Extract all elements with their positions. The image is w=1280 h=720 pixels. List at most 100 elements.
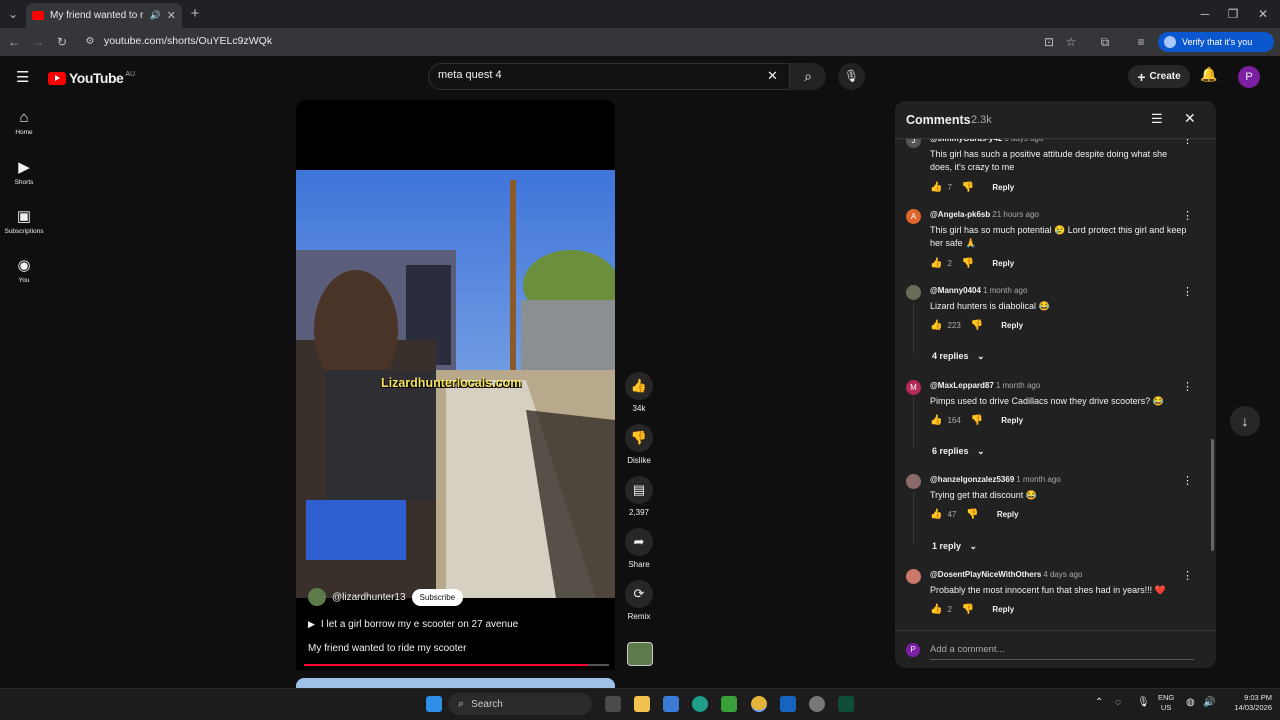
browser-tab[interactable]: My friend wanted to ride m 🔊 ✕ — [26, 3, 182, 28]
youtube-logo[interactable]: YouTube AU — [48, 70, 135, 86]
comments-scrollbar[interactable] — [1211, 439, 1214, 551]
close-comments-icon[interactable]: ✕ — [1184, 110, 1196, 127]
minimize-icon[interactable]: ─ — [1196, 4, 1214, 24]
comment-handle[interactable]: @Angela-pk6sb — [930, 210, 990, 219]
app-icon[interactable] — [780, 696, 796, 712]
bookmark-star-icon[interactable]: ☆ — [1062, 32, 1080, 52]
reply-button[interactable]: Reply — [992, 605, 1014, 614]
clear-search-icon[interactable]: ✕ — [767, 68, 778, 84]
microphone-icon[interactable]: 🎙 — [1137, 697, 1150, 708]
thumbs-down-icon[interactable]: 👎 — [971, 320, 983, 331]
reload-icon[interactable]: ↻ — [52, 32, 72, 52]
extensions-icon[interactable]: ⧉ — [1096, 32, 1114, 52]
comment-avatar[interactable]: M — [906, 380, 921, 395]
minecraft-icon[interactable] — [721, 696, 737, 712]
thumbs-down-icon[interactable]: 👎 — [962, 182, 974, 193]
subscribe-button[interactable]: Subscribe — [411, 588, 464, 606]
windows-start-icon[interactable] — [426, 696, 442, 712]
thumbs-up-icon[interactable]: 👍 — [930, 604, 942, 615]
thumbs-down-icon[interactable]: 👎 — [962, 604, 974, 615]
thumbs-down-icon[interactable]: 👎 — [971, 415, 983, 426]
comment-menu-icon[interactable]: ⋮ — [1182, 209, 1193, 222]
comment-menu-icon[interactable]: ⋮ — [1182, 380, 1193, 393]
wifi-icon[interactable]: ◍ — [1186, 697, 1195, 708]
media-controls-icon[interactable]: ≡ — [1132, 32, 1150, 52]
view-replies-button[interactable]: 1 reply ⌄ — [932, 541, 977, 552]
comment-menu-icon[interactable]: ⋮ — [1182, 569, 1193, 582]
language-indicator[interactable]: ENG US — [1158, 693, 1174, 713]
comment-handle[interactable]: @DosentPlayNiceWithOthers — [930, 570, 1041, 579]
restore-icon[interactable]: ❐ — [1224, 4, 1242, 24]
dislike-button[interactable]: 👎 Dislike — [624, 424, 654, 465]
site-info-icon[interactable]: ⚙ — [82, 32, 98, 52]
share-button[interactable]: ➦ Share — [624, 528, 654, 569]
like-button[interactable]: 👍 34k — [624, 372, 654, 413]
video-progress-bar[interactable] — [304, 664, 609, 666]
comment-handle[interactable]: @Manny0404 — [930, 286, 981, 295]
thumbs-up-icon[interactable]: 👍 — [930, 258, 942, 269]
close-tab-icon[interactable]: ✕ — [167, 9, 176, 22]
comment-handle[interactable]: @hanzelgonzalez5369 — [930, 475, 1014, 484]
close-window-icon[interactable]: ✕ — [1254, 4, 1272, 24]
url-text[interactable]: youtube.com/shorts/OuYELc9zWQk — [104, 35, 272, 47]
sound-thumbnail[interactable] — [627, 642, 653, 666]
search-button[interactable]: ⌕ — [790, 63, 826, 90]
channel-name[interactable]: @lizardhunter13 — [332, 592, 406, 603]
comment-avatar[interactable] — [906, 569, 921, 584]
search-input[interactable] — [438, 69, 738, 81]
verify-identity-button[interactable]: Verify that it's you — [1158, 32, 1274, 52]
view-replies-button[interactable]: 6 replies ⌄ — [932, 446, 985, 457]
next-short-button[interactable]: ↓ — [1230, 406, 1260, 436]
thumbs-up-icon[interactable]: 👍 — [930, 415, 942, 426]
volume-icon[interactable]: 🔊 — [1203, 697, 1215, 708]
app-icon[interactable] — [809, 696, 825, 712]
comment-avatar[interactable]: A — [906, 209, 921, 224]
tray-app-icon[interactable]: ◌ — [1115, 697, 1121, 708]
task-view-icon[interactable] — [605, 696, 621, 712]
add-comment-input[interactable]: Add a comment... — [930, 644, 1004, 655]
file-explorer-icon[interactable] — [634, 696, 650, 712]
chevron-up-icon[interactable]: ⌃ — [1095, 697, 1103, 708]
thumbs-up-icon[interactable]: 👍 — [930, 509, 942, 520]
chrome-icon[interactable] — [751, 696, 767, 712]
voice-search-button[interactable]: 🎙 — [838, 63, 865, 90]
tab-list-icon[interactable]: ⌄ — [4, 4, 22, 24]
view-replies-button[interactable]: 4 replies ⌄ — [932, 351, 985, 362]
thumbs-up-icon[interactable]: 👍 — [930, 320, 942, 331]
create-button[interactable]: + Create — [1128, 65, 1190, 88]
thumbs-down-icon[interactable]: 👎 — [962, 258, 974, 269]
notifications-bell-icon[interactable]: 🔔 — [1200, 66, 1217, 83]
forward-icon[interactable]: → — [28, 32, 48, 52]
related-video-link[interactable]: ▶ I let a girl borrow my e scooter on 27 … — [308, 619, 518, 630]
nav-item-shorts[interactable]: ▶ Shorts — [0, 158, 48, 186]
terminal-icon[interactable] — [838, 696, 854, 712]
reply-button[interactable]: Reply — [1001, 321, 1023, 330]
nav-item-subscriptions[interactable]: ▣ Subscriptions — [0, 207, 48, 235]
speaker-icon[interactable]: 🔊 — [150, 10, 161, 21]
new-tab-icon[interactable]: + — [186, 4, 204, 24]
comment-handle[interactable]: @MaxLeppard87 — [930, 381, 994, 390]
reply-button[interactable]: Reply — [1001, 416, 1023, 425]
edge-icon[interactable] — [692, 696, 708, 712]
nav-item-home[interactable]: ⌂ Home — [0, 109, 48, 136]
comments-button[interactable]: ▤ 2,397 — [624, 476, 654, 517]
hamburger-menu-icon[interactable]: ☰ — [16, 68, 29, 86]
thumbs-down-icon[interactable]: 👎 — [966, 509, 978, 520]
channel-avatar[interactable] — [308, 588, 326, 606]
next-video-preview[interactable] — [296, 678, 615, 688]
reply-button[interactable]: Reply — [997, 510, 1019, 519]
comment-avatar[interactable] — [906, 474, 921, 489]
comment-menu-icon[interactable]: ⋮ — [1182, 474, 1193, 487]
store-icon[interactable] — [663, 696, 679, 712]
comment-avatar[interactable] — [906, 285, 921, 300]
reply-button[interactable]: Reply — [992, 259, 1014, 268]
back-icon[interactable]: ← — [4, 32, 24, 52]
reply-button[interactable]: Reply — [992, 183, 1014, 192]
sort-comments-icon[interactable]: ☰ — [1151, 111, 1163, 127]
thumbs-up-icon[interactable]: 👍 — [930, 182, 942, 193]
nav-item-you[interactable]: ◉ You — [0, 256, 48, 284]
remix-button[interactable]: ⟳ Remix — [624, 580, 654, 621]
taskbar-clock[interactable]: 9:03 PM 14/03/2026 — [1224, 693, 1272, 713]
comment-menu-icon[interactable]: ⋮ — [1182, 285, 1193, 298]
install-app-icon[interactable]: ⊡ — [1040, 32, 1058, 52]
